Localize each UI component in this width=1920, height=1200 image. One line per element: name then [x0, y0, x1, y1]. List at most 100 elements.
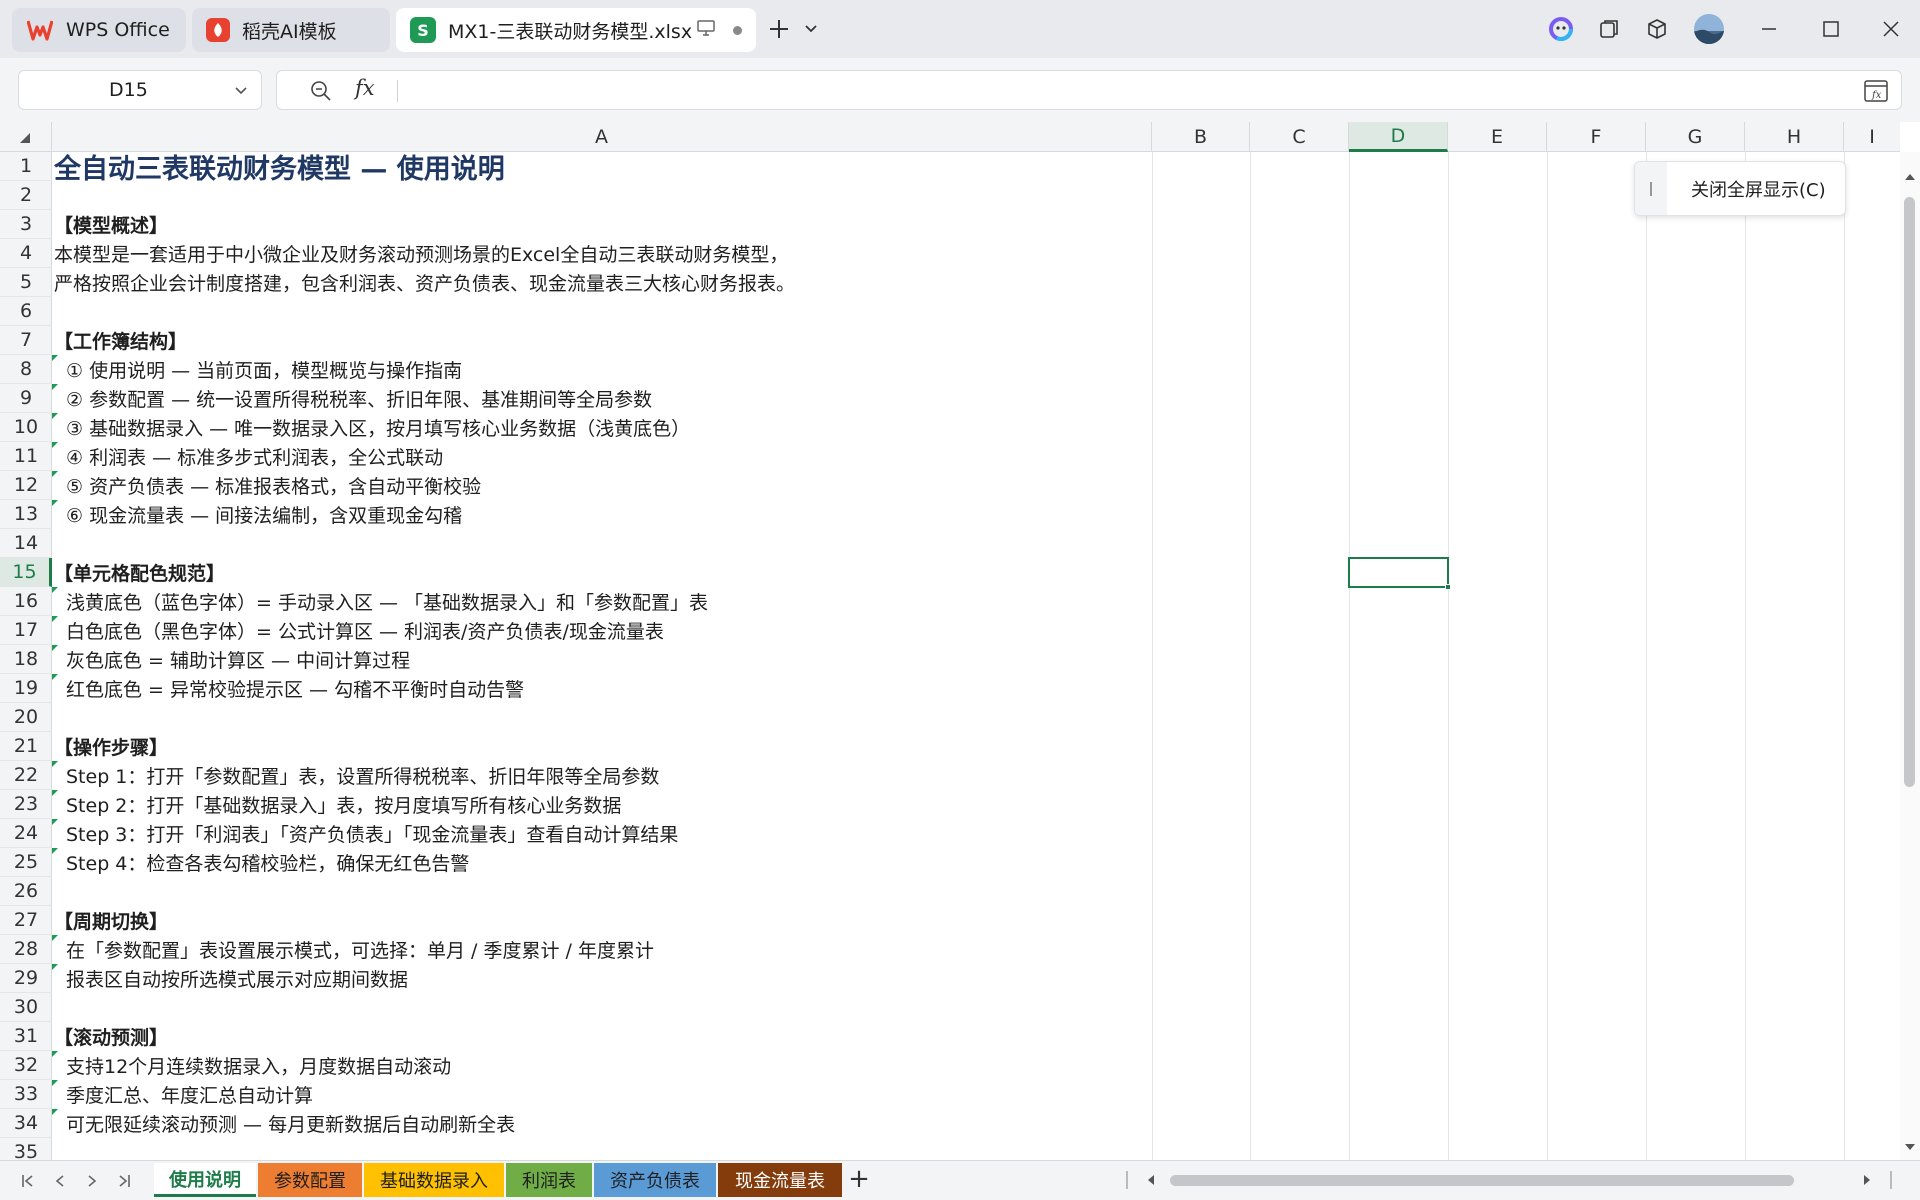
horizontal-scroll-thumb[interactable] [1170, 1175, 1794, 1186]
row-header-31[interactable]: 31 [0, 1022, 52, 1051]
fx-icon[interactable]: fx [355, 76, 375, 100]
row-header-19[interactable]: 19 [0, 674, 52, 703]
row-header-29[interactable]: 29 [0, 964, 52, 993]
row-header-13[interactable]: 13 [0, 500, 52, 529]
cell-a34[interactable]: 可无限延续滚动预测 — 每月更新数据后自动刷新全表 [54, 1109, 515, 1138]
vertical-scroll-thumb[interactable] [1904, 197, 1915, 787]
row-header-21[interactable]: 21 [0, 732, 52, 761]
previous-sheet-icon[interactable] [48, 1169, 72, 1193]
row-header-25[interactable]: 25 [0, 848, 52, 877]
row-header-6[interactable]: 6 [0, 297, 52, 326]
tab-daoke-ai[interactable]: 稻壳AI模板 [192, 8, 390, 52]
sheet-tab-balance-sheet[interactable]: 资产负债表 [594, 1163, 716, 1197]
cell-a4[interactable]: 本模型是一套适用于中小微企业及财务滚动预测场景的Excel全自动三表联动财务模型… [54, 239, 788, 268]
cell-a31[interactable]: 【滚动预测】 [54, 1022, 168, 1051]
row-header-8[interactable]: 8 [0, 355, 52, 384]
row-header-9[interactable]: 9 [0, 384, 52, 413]
row-header-17[interactable]: 17 [0, 616, 52, 645]
ai-assistant-icon[interactable] [1546, 14, 1576, 44]
cell-a19[interactable]: 红色底色 = 异常校验提示区 — 勾稽不平衡时自动告警 [54, 674, 524, 703]
scroll-left-icon[interactable] [1148, 1175, 1154, 1185]
add-sheet-button[interactable]: + [846, 1166, 872, 1193]
row-header-22[interactable]: 22 [0, 761, 52, 790]
last-sheet-icon[interactable] [112, 1169, 136, 1193]
scrollbar-splitter[interactable] [1126, 1171, 1128, 1189]
row-header-14[interactable]: 14 [0, 529, 52, 558]
cell-a5[interactable]: 严格按照企业会计制度搭建，包含利润表、资产负债表、现金流量表三大核心财务报表。 [54, 268, 795, 297]
cell-a10[interactable]: ③ 基础数据录入 — 唯一数据录入区，按月填写核心业务数据（浅黄底色） [54, 413, 690, 442]
fill-handle[interactable] [1445, 584, 1451, 590]
scroll-up-icon[interactable] [1905, 174, 1915, 180]
tab-spreadsheet-file[interactable]: S MX1-三表联动财务模型.xlsx [396, 8, 756, 52]
sheet-tab-instructions[interactable]: 使用说明 [154, 1163, 256, 1197]
cell-a16[interactable]: 浅黄底色（蓝色字体）= 手动录入区 — 「基础数据录入」和「参数配置」表 [54, 587, 708, 616]
row-header-34[interactable]: 34 [0, 1109, 52, 1138]
minimize-icon[interactable] [1754, 14, 1784, 44]
user-avatar[interactable] [1692, 12, 1726, 46]
cell-a8[interactable]: ① 使用说明 — 当前页面，模型概览与操作指南 [54, 355, 462, 384]
tab-list-chevron-icon[interactable] [796, 14, 826, 44]
window-layout-icon[interactable] [1594, 14, 1624, 44]
cell-a33[interactable]: 季度汇总、年度汇总自动计算 [54, 1080, 313, 1109]
row-header-12[interactable]: 12 [0, 471, 52, 500]
row-header-23[interactable]: 23 [0, 790, 52, 819]
scrollbar-splitter[interactable] [1890, 1171, 1892, 1189]
scroll-down-icon[interactable] [1905, 1144, 1915, 1150]
sheet-tab-cash-flow[interactable]: 现金流量表 [718, 1163, 842, 1197]
cell-a11[interactable]: ④ 利润表 — 标准多步式利润表，全公式联动 [54, 442, 443, 471]
cell-a25[interactable]: Step 4：检查各表勾稽校验栏，确保无红色告警 [54, 848, 469, 877]
selected-cell-d15[interactable] [1348, 557, 1451, 590]
close-fullscreen-button[interactable]: 关闭全屏显示(C) [1691, 176, 1826, 202]
row-header-3[interactable]: 3 [0, 210, 52, 239]
cell-a1[interactable]: 全自动三表联动财务模型 — 使用说明 [54, 152, 505, 185]
row-header-2[interactable]: 2 [0, 181, 52, 210]
close-window-icon[interactable] [1876, 14, 1906, 44]
row-header-15[interactable]: 15 [0, 558, 52, 587]
expand-formula-icon[interactable]: fx [1863, 78, 1889, 104]
column-header-h[interactable]: H [1745, 122, 1844, 152]
column-header-c[interactable]: C [1250, 122, 1349, 152]
column-header-b[interactable]: B [1152, 122, 1250, 152]
cell-a29[interactable]: 报表区自动按所选模式展示对应期间数据 [54, 964, 408, 993]
row-header-26[interactable]: 26 [0, 877, 52, 906]
first-sheet-icon[interactable] [16, 1169, 40, 1193]
row-header-5[interactable]: 5 [0, 268, 52, 297]
close-fullscreen-popup[interactable]: 关闭全屏显示(C) [1634, 161, 1846, 216]
row-header-32[interactable]: 32 [0, 1051, 52, 1080]
row-header-18[interactable]: 18 [0, 645, 52, 674]
column-header-f[interactable]: F [1547, 122, 1646, 152]
cell-a7[interactable]: 【工作簿结构】 [54, 326, 187, 355]
tab-wps-office[interactable]: WPS Office [12, 8, 186, 52]
cell-a27[interactable]: 【周期切换】 [54, 906, 168, 935]
row-header-7[interactable]: 7 [0, 326, 52, 355]
row-header-11[interactable]: 11 [0, 442, 52, 471]
row-header-33[interactable]: 33 [0, 1080, 52, 1109]
cell-a32[interactable]: 支持12个月连续数据录入，月度数据自动滚动 [54, 1051, 451, 1080]
row-header-28[interactable]: 28 [0, 935, 52, 964]
row-header-16[interactable]: 16 [0, 587, 52, 616]
cell-a24[interactable]: Step 3：打开「利润表」「资产负债表」「现金流量表」查看自动计算结果 [54, 819, 678, 848]
scroll-right-icon[interactable] [1864, 1175, 1870, 1185]
column-header-e[interactable]: E [1448, 122, 1547, 152]
select-all-corner[interactable] [0, 122, 52, 152]
chevron-down-icon[interactable] [231, 80, 251, 100]
column-header-i[interactable]: I [1844, 122, 1900, 152]
cell-a13[interactable]: ⑥ 现金流量表 — 间接法编制，含双重现金勾稽 [54, 500, 462, 529]
column-header-d[interactable]: D [1349, 122, 1448, 152]
cell-a22[interactable]: Step 1：打开「参数配置」表，设置所得税税率、折旧年限等全局参数 [54, 761, 659, 790]
vertical-scrollbar[interactable] [1900, 152, 1920, 1160]
cell-a3[interactable]: 【模型概述】 [54, 210, 168, 239]
sheet-tab-parameters[interactable]: 参数配置 [258, 1163, 362, 1197]
row-header-24[interactable]: 24 [0, 819, 52, 848]
unsaved-dot-icon[interactable] [733, 25, 742, 35]
new-tab-button[interactable] [764, 14, 794, 44]
cell-a21[interactable]: 【操作步骤】 [54, 732, 168, 761]
sheet-tab-income-statement[interactable]: 利润表 [506, 1163, 592, 1197]
cell-a17[interactable]: 白色底色（黑色字体）= 公式计算区 — 利润表/资产负债表/现金流量表 [54, 616, 664, 645]
row-header-30[interactable]: 30 [0, 993, 52, 1022]
zoom-out-icon[interactable] [309, 79, 333, 103]
maximize-icon[interactable] [1816, 14, 1846, 44]
row-header-10[interactable]: 10 [0, 413, 52, 442]
cube-icon[interactable] [1642, 14, 1672, 44]
cell-a23[interactable]: Step 2：打开「基础数据录入」表，按月度填写所有核心业务数据 [54, 790, 621, 819]
